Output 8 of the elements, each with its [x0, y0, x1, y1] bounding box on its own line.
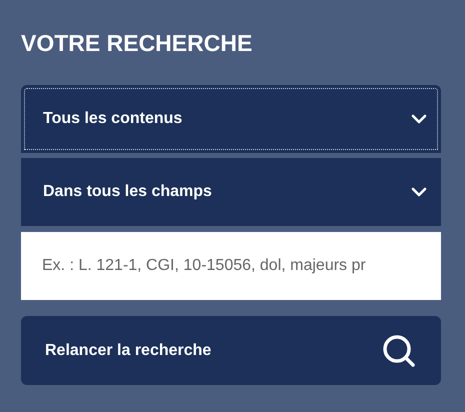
chevron-down-icon	[411, 187, 427, 197]
dropdown[interactable]: Dans tous les champs	[21, 158, 441, 226]
section-heading: VOTRE RECHERCHE	[21, 29, 254, 58]
search-icon	[381, 332, 417, 368]
search-field[interactable]: Ex. : L. 121-1, CGI, 10-15056, dol, majeurs pr	[21, 232, 441, 300]
chevron-down-icon	[411, 114, 427, 124]
dropdown[interactable]: Tous les contenus	[21, 85, 441, 153]
search-button[interactable]: Relancer la recherche	[21, 316, 441, 385]
